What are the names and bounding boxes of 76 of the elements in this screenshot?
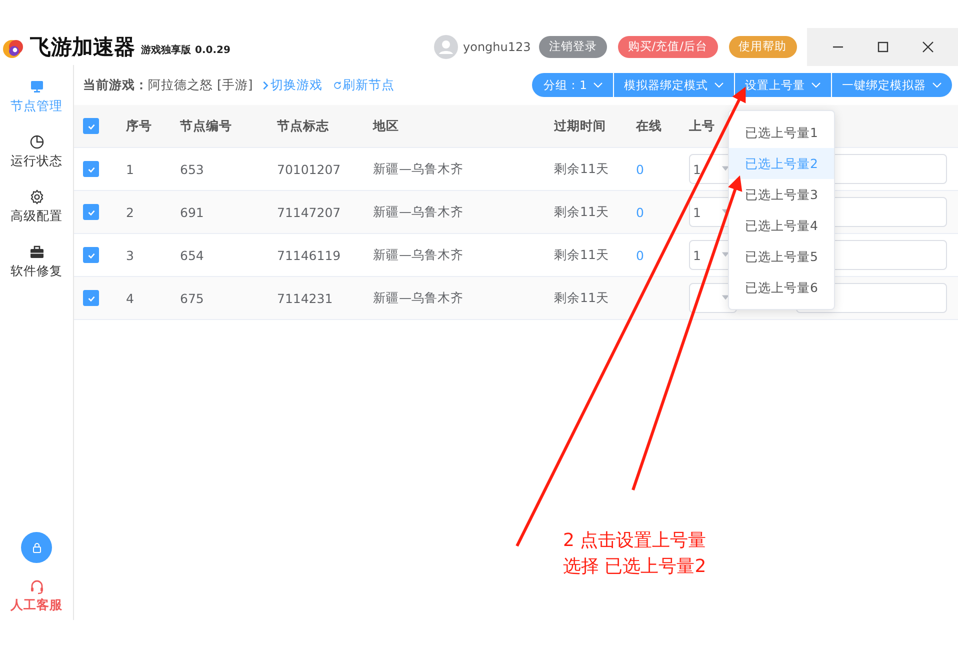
dropdown-button[interactable]: 分组：1 (532, 73, 613, 97)
header-button[interactable]: 注销登录 (538, 36, 607, 58)
table-cell: 675 (180, 290, 204, 306)
table-cell: 71147207 (277, 204, 341, 220)
chevron-down-icon (714, 82, 724, 88)
column-header: 地区 (373, 118, 399, 134)
avatar-icon (434, 34, 458, 58)
lock-icon (30, 542, 42, 554)
table-cell: 剩余11天 (554, 160, 609, 178)
table-cell: 70101207 (277, 162, 341, 176)
edition-label: 游戏独享版 (141, 43, 191, 58)
chevron-down-icon (593, 82, 603, 88)
table-cell: 691 (180, 204, 204, 220)
menu-item[interactable]: 已选上号量2 (729, 148, 834, 179)
table-cell: 新疆—乌鲁木齐 (373, 204, 464, 220)
table-cell: 剩余11天 (554, 204, 609, 220)
dropdown-button[interactable]: 设置上号量 (735, 73, 831, 97)
header-button[interactable]: 购买/充值/后台 (618, 36, 718, 58)
table-cell: 剩余11天 (554, 290, 609, 306)
table-cell: 3 (126, 248, 134, 262)
sidebar-item[interactable]: 高级配置 (0, 189, 73, 225)
table-cell: 654 (180, 248, 204, 262)
chevron-down-icon (932, 82, 942, 88)
monitor-icon (28, 79, 44, 95)
headset-icon (28, 579, 44, 595)
header-button[interactable]: 使用帮助 (728, 36, 797, 58)
toolbar-link[interactable]: 刷新节点 (332, 76, 395, 94)
sidebar-item[interactable]: 运行状态 (0, 134, 73, 170)
column-header: 节点编号 (180, 118, 232, 134)
table-cell: 4 (126, 290, 134, 306)
online-count: 0 (636, 162, 644, 176)
column-header: 上号 (689, 118, 715, 134)
column-header: 节点标志 (277, 118, 329, 134)
checkbox[interactable] (83, 204, 99, 220)
online-count: 0 (636, 248, 644, 262)
pie-chart-icon (28, 134, 44, 150)
table-cell: 新疆—乌鲁木齐 (373, 290, 464, 306)
current-game-name: 阿拉德之怒 [手游] (148, 76, 253, 94)
column-header: 过期时间 (554, 118, 606, 134)
table-cell: 653 (180, 162, 204, 176)
table-cell: 1 (126, 162, 134, 176)
annotation-text: 2 点击设置上号量 (563, 529, 706, 553)
lock-button[interactable] (21, 532, 52, 563)
table-cell: 7114231 (277, 290, 333, 306)
table-cell: 新疆—乌鲁木齐 (373, 246, 464, 264)
table-cell: 新疆—乌鲁木齐 (373, 160, 464, 178)
table-cell: 剩余11天 (554, 246, 609, 264)
chevron-down-icon (811, 82, 821, 88)
current-game-label: 当前游戏： (83, 76, 148, 94)
refresh-icon (332, 80, 342, 90)
table-cell: 2 (126, 204, 134, 220)
dropdown-button[interactable]: 模拟器绑定模式 (614, 73, 734, 97)
sidebar-item[interactable]: 节点管理 (0, 79, 73, 115)
checkbox[interactable] (83, 118, 99, 134)
gear-icon (28, 189, 44, 205)
column-header: 序号 (126, 118, 152, 134)
maximize-icon[interactable] (876, 40, 888, 52)
menu-item[interactable]: 已选上号量1 (729, 117, 834, 148)
table-cell: 71146119 (277, 248, 341, 262)
checkbox[interactable] (83, 161, 99, 177)
checkbox[interactable] (83, 247, 99, 263)
online-count: 0 (636, 204, 644, 220)
annotation-text: 选择 已选上号量2 (563, 555, 706, 579)
version-label: 0.0.29 (195, 44, 230, 58)
close-icon[interactable] (922, 40, 934, 52)
toolbar-link[interactable]: 切换游戏 (260, 76, 323, 94)
checkbox[interactable] (83, 290, 99, 306)
dropdown-button[interactable]: 一键绑定模拟器 (832, 73, 952, 97)
sidebar-item[interactable]: 软件修复 (0, 244, 73, 280)
menu-item[interactable]: 已选上号量6 (729, 272, 834, 303)
toolbox-icon (28, 244, 44, 260)
column-header: 在线 (636, 118, 662, 134)
username: yonghu123 (463, 40, 531, 54)
app-title: 飞游加速器 (30, 34, 135, 60)
chevron-icon (260, 80, 270, 90)
support-link[interactable]: 人工客服 (10, 579, 62, 614)
